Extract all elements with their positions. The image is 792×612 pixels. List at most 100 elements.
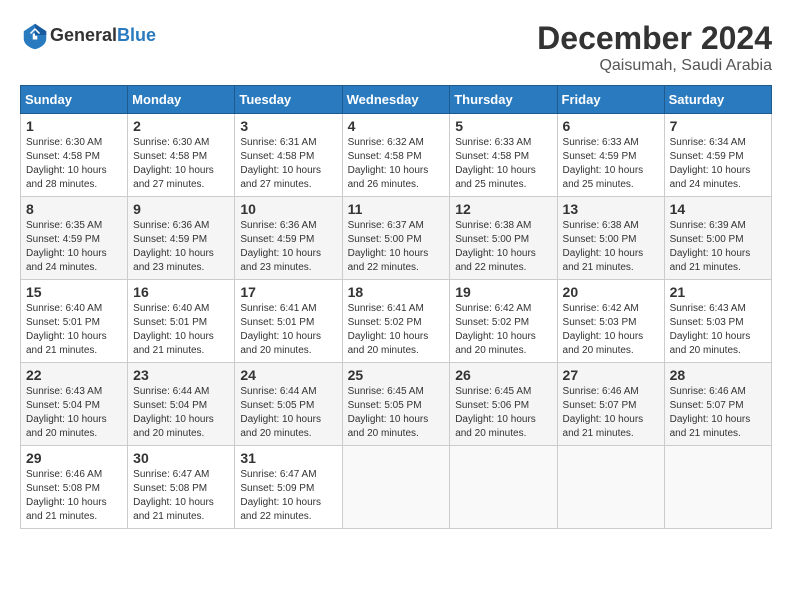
day-number: 29: [26, 450, 122, 466]
day-number: 31: [240, 450, 336, 466]
calendar-week-row: 22 Sunrise: 6:43 AM Sunset: 5:04 PM Dayl…: [21, 363, 772, 446]
calendar-cell: 1 Sunrise: 6:30 AM Sunset: 4:58 PM Dayli…: [21, 114, 128, 197]
month-title: December 2024: [537, 20, 772, 57]
weekday-header-tuesday: Tuesday: [235, 86, 342, 114]
day-number: 14: [670, 201, 766, 217]
day-number: 28: [670, 367, 766, 383]
calendar-cell: 17 Sunrise: 6:41 AM Sunset: 5:01 PM Dayl…: [235, 280, 342, 363]
day-number: 12: [455, 201, 551, 217]
day-info: Sunrise: 6:44 AM Sunset: 5:05 PM Dayligh…: [240, 385, 336, 441]
logo-text-blue: Blue: [117, 25, 156, 45]
day-info: Sunrise: 6:47 AM Sunset: 5:09 PM Dayligh…: [240, 468, 336, 524]
day-info: Sunrise: 6:40 AM Sunset: 5:01 PM Dayligh…: [133, 302, 229, 358]
calendar-week-row: 8 Sunrise: 6:35 AM Sunset: 4:59 PM Dayli…: [21, 197, 772, 280]
weekday-header-monday: Monday: [128, 86, 235, 114]
title-area: December 2024 Qaisumah, Saudi Arabia: [537, 20, 772, 75]
calendar-cell: 20 Sunrise: 6:42 AM Sunset: 5:03 PM Dayl…: [557, 280, 664, 363]
logo: GeneralBlue: [20, 20, 156, 50]
calendar-cell: 11 Sunrise: 6:37 AM Sunset: 5:00 PM Dayl…: [342, 197, 450, 280]
calendar-cell: 10 Sunrise: 6:36 AM Sunset: 4:59 PM Dayl…: [235, 197, 342, 280]
day-number: 5: [455, 118, 551, 134]
day-number: 3: [240, 118, 336, 134]
day-info: Sunrise: 6:46 AM Sunset: 5:07 PM Dayligh…: [670, 385, 766, 441]
day-info: Sunrise: 6:38 AM Sunset: 5:00 PM Dayligh…: [455, 219, 551, 275]
calendar-cell: 21 Sunrise: 6:43 AM Sunset: 5:03 PM Dayl…: [664, 280, 771, 363]
day-info: Sunrise: 6:31 AM Sunset: 4:58 PM Dayligh…: [240, 136, 336, 192]
day-info: Sunrise: 6:30 AM Sunset: 4:58 PM Dayligh…: [26, 136, 122, 192]
location-title: Qaisumah, Saudi Arabia: [537, 57, 772, 75]
calendar-cell: 16 Sunrise: 6:40 AM Sunset: 5:01 PM Dayl…: [128, 280, 235, 363]
weekday-header-row: SundayMondayTuesdayWednesdayThursdayFrid…: [21, 86, 772, 114]
day-info: Sunrise: 6:43 AM Sunset: 5:03 PM Dayligh…: [670, 302, 766, 358]
day-info: Sunrise: 6:39 AM Sunset: 5:00 PM Dayligh…: [670, 219, 766, 275]
calendar-table: SundayMondayTuesdayWednesdayThursdayFrid…: [20, 85, 772, 529]
calendar-cell: 8 Sunrise: 6:35 AM Sunset: 4:59 PM Dayli…: [21, 197, 128, 280]
calendar-cell: [557, 446, 664, 529]
day-number: 20: [563, 284, 659, 300]
logo-icon: [20, 20, 50, 50]
weekday-header-wednesday: Wednesday: [342, 86, 450, 114]
calendar-cell: 15 Sunrise: 6:40 AM Sunset: 5:01 PM Dayl…: [21, 280, 128, 363]
calendar-cell: 31 Sunrise: 6:47 AM Sunset: 5:09 PM Dayl…: [235, 446, 342, 529]
day-info: Sunrise: 6:47 AM Sunset: 5:08 PM Dayligh…: [133, 468, 229, 524]
calendar-week-row: 29 Sunrise: 6:46 AM Sunset: 5:08 PM Dayl…: [21, 446, 772, 529]
day-number: 17: [240, 284, 336, 300]
calendar-cell: 23 Sunrise: 6:44 AM Sunset: 5:04 PM Dayl…: [128, 363, 235, 446]
day-number: 23: [133, 367, 229, 383]
day-info: Sunrise: 6:33 AM Sunset: 4:59 PM Dayligh…: [563, 136, 659, 192]
header: GeneralBlue December 2024 Qaisumah, Saud…: [20, 20, 772, 75]
day-info: Sunrise: 6:45 AM Sunset: 5:05 PM Dayligh…: [348, 385, 445, 441]
day-info: Sunrise: 6:36 AM Sunset: 4:59 PM Dayligh…: [240, 219, 336, 275]
day-number: 13: [563, 201, 659, 217]
calendar-cell: 9 Sunrise: 6:36 AM Sunset: 4:59 PM Dayli…: [128, 197, 235, 280]
day-info: Sunrise: 6:34 AM Sunset: 4:59 PM Dayligh…: [670, 136, 766, 192]
day-info: Sunrise: 6:42 AM Sunset: 5:03 PM Dayligh…: [563, 302, 659, 358]
day-info: Sunrise: 6:42 AM Sunset: 5:02 PM Dayligh…: [455, 302, 551, 358]
day-info: Sunrise: 6:46 AM Sunset: 5:08 PM Dayligh…: [26, 468, 122, 524]
day-number: 2: [133, 118, 229, 134]
day-info: Sunrise: 6:43 AM Sunset: 5:04 PM Dayligh…: [26, 385, 122, 441]
day-info: Sunrise: 6:36 AM Sunset: 4:59 PM Dayligh…: [133, 219, 229, 275]
day-info: Sunrise: 6:46 AM Sunset: 5:07 PM Dayligh…: [563, 385, 659, 441]
calendar-cell: 2 Sunrise: 6:30 AM Sunset: 4:58 PM Dayli…: [128, 114, 235, 197]
calendar-cell: 13 Sunrise: 6:38 AM Sunset: 5:00 PM Dayl…: [557, 197, 664, 280]
day-number: 1: [26, 118, 122, 134]
weekday-header-sunday: Sunday: [21, 86, 128, 114]
weekday-header-saturday: Saturday: [664, 86, 771, 114]
calendar-cell: 14 Sunrise: 6:39 AM Sunset: 5:00 PM Dayl…: [664, 197, 771, 280]
day-number: 21: [670, 284, 766, 300]
day-number: 24: [240, 367, 336, 383]
calendar-cell: 5 Sunrise: 6:33 AM Sunset: 4:58 PM Dayli…: [450, 114, 557, 197]
calendar-cell: 26 Sunrise: 6:45 AM Sunset: 5:06 PM Dayl…: [450, 363, 557, 446]
day-info: Sunrise: 6:41 AM Sunset: 5:02 PM Dayligh…: [348, 302, 445, 358]
weekday-header-friday: Friday: [557, 86, 664, 114]
day-number: 18: [348, 284, 445, 300]
day-number: 15: [26, 284, 122, 300]
day-info: Sunrise: 6:40 AM Sunset: 5:01 PM Dayligh…: [26, 302, 122, 358]
calendar-week-row: 1 Sunrise: 6:30 AM Sunset: 4:58 PM Dayli…: [21, 114, 772, 197]
day-info: Sunrise: 6:33 AM Sunset: 4:58 PM Dayligh…: [455, 136, 551, 192]
calendar-cell: 27 Sunrise: 6:46 AM Sunset: 5:07 PM Dayl…: [557, 363, 664, 446]
calendar-cell: 24 Sunrise: 6:44 AM Sunset: 5:05 PM Dayl…: [235, 363, 342, 446]
calendar-week-row: 15 Sunrise: 6:40 AM Sunset: 5:01 PM Dayl…: [21, 280, 772, 363]
weekday-header-thursday: Thursday: [450, 86, 557, 114]
day-info: Sunrise: 6:38 AM Sunset: 5:00 PM Dayligh…: [563, 219, 659, 275]
day-info: Sunrise: 6:32 AM Sunset: 4:58 PM Dayligh…: [348, 136, 445, 192]
calendar-cell: 3 Sunrise: 6:31 AM Sunset: 4:58 PM Dayli…: [235, 114, 342, 197]
day-number: 19: [455, 284, 551, 300]
calendar-cell: [664, 446, 771, 529]
logo-text-general: General: [50, 25, 117, 45]
calendar-cell: 28 Sunrise: 6:46 AM Sunset: 5:07 PM Dayl…: [664, 363, 771, 446]
day-number: 26: [455, 367, 551, 383]
day-number: 4: [348, 118, 445, 134]
day-number: 7: [670, 118, 766, 134]
day-info: Sunrise: 6:30 AM Sunset: 4:58 PM Dayligh…: [133, 136, 229, 192]
calendar-cell: [342, 446, 450, 529]
calendar-cell: 6 Sunrise: 6:33 AM Sunset: 4:59 PM Dayli…: [557, 114, 664, 197]
day-info: Sunrise: 6:37 AM Sunset: 5:00 PM Dayligh…: [348, 219, 445, 275]
day-info: Sunrise: 6:44 AM Sunset: 5:04 PM Dayligh…: [133, 385, 229, 441]
calendar-cell: 25 Sunrise: 6:45 AM Sunset: 5:05 PM Dayl…: [342, 363, 450, 446]
day-number: 10: [240, 201, 336, 217]
calendar-cell: 30 Sunrise: 6:47 AM Sunset: 5:08 PM Dayl…: [128, 446, 235, 529]
day-number: 11: [348, 201, 445, 217]
